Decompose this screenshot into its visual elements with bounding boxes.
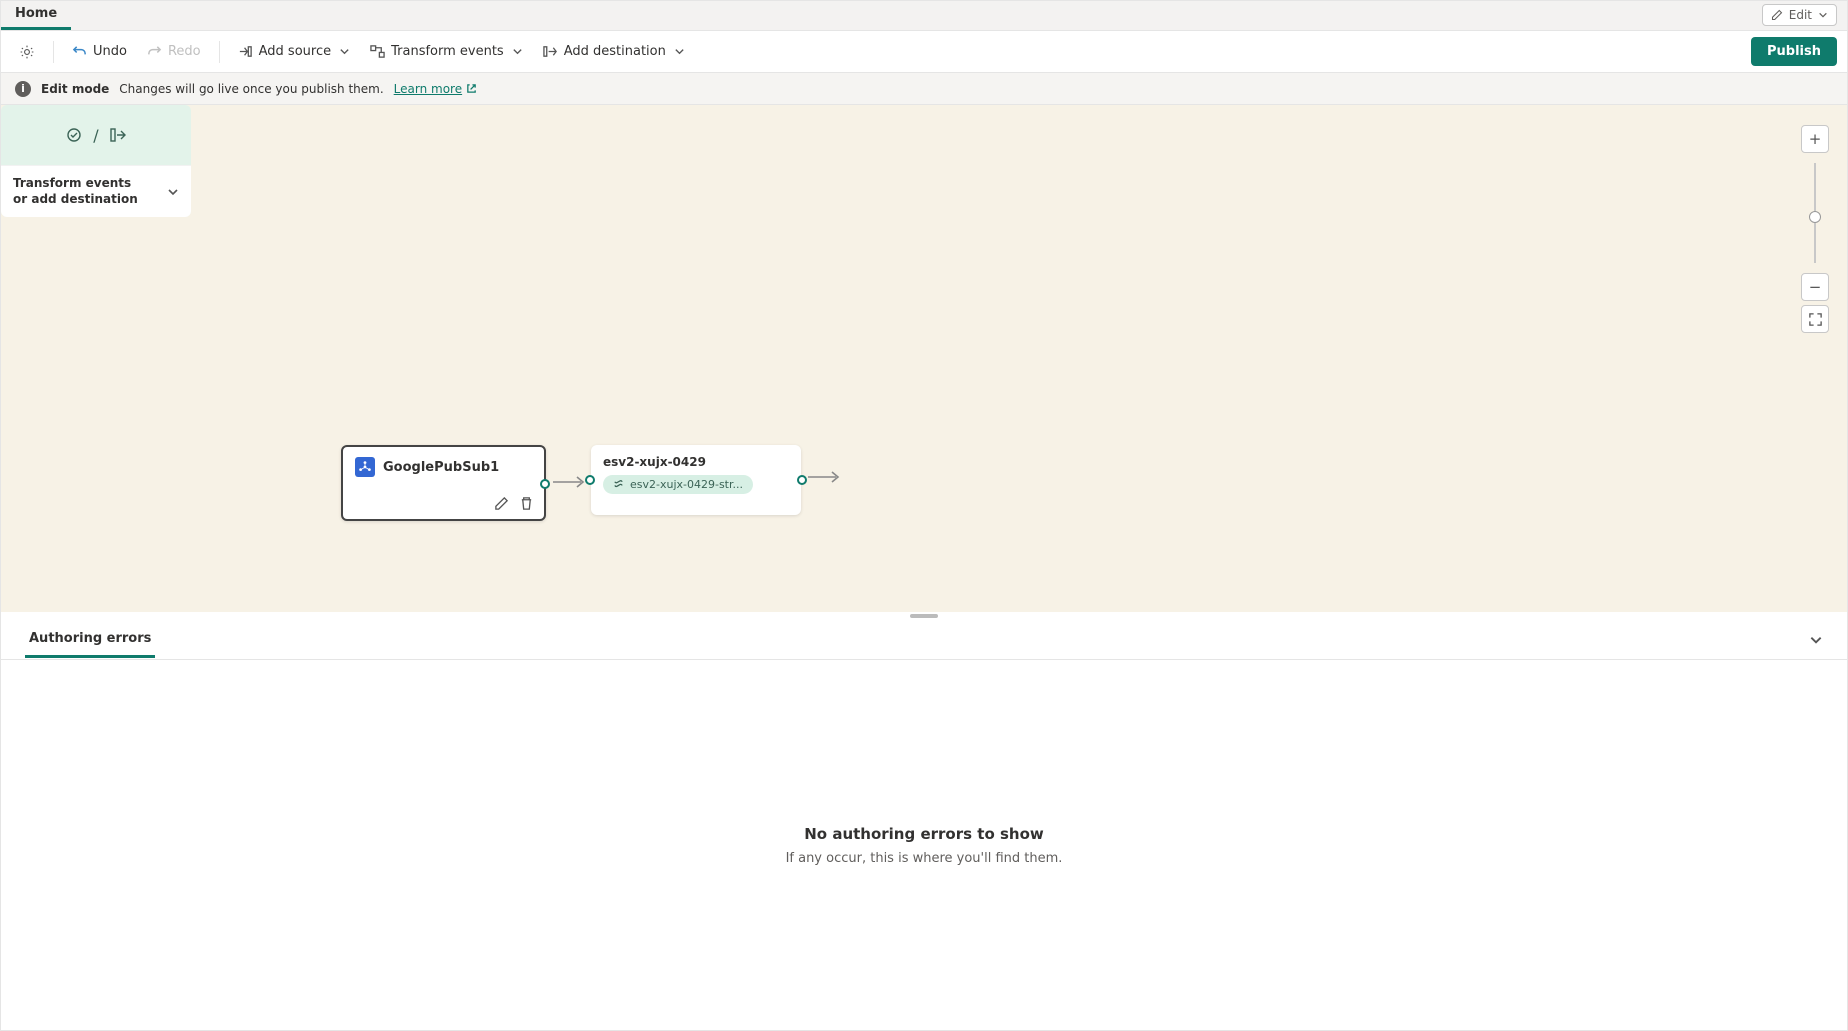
edit-mode-label: Edit (1789, 8, 1812, 22)
stream-icon (613, 479, 624, 490)
info-icon: i (15, 81, 31, 97)
tab-home[interactable]: Home (1, 1, 71, 30)
gear-icon (19, 44, 35, 60)
chevron-down-icon (512, 46, 523, 57)
undo-button[interactable]: Undo (64, 39, 135, 64)
source-node-title: GooglePubSub1 (383, 460, 499, 475)
empty-state-subtitle: If any occur, this is where you'll find … (786, 851, 1063, 866)
add-source-icon (238, 44, 253, 59)
undo-icon (72, 44, 87, 59)
google-pubsub-icon (355, 457, 375, 477)
info-message: Changes will go live once you publish th… (119, 82, 383, 96)
stream-chip[interactable]: esv2-xujx-0429-str... (603, 475, 753, 494)
zoom-slider[interactable] (1814, 163, 1816, 263)
delete-node-icon[interactable] (519, 496, 534, 511)
chevron-down-icon (674, 46, 685, 57)
transform-icon (370, 44, 385, 59)
zoom-controls: + − (1801, 125, 1829, 333)
add-destination-icon (543, 44, 558, 59)
chevron-down-icon (339, 46, 350, 57)
input-port[interactable] (585, 475, 595, 485)
transform-events-button[interactable]: Transform events (362, 39, 531, 64)
edit-mode-dropdown[interactable]: Edit (1762, 4, 1837, 26)
connector-arrow (806, 470, 844, 484)
zoom-in-button[interactable]: + (1801, 125, 1829, 153)
settings-button[interactable] (11, 39, 43, 65)
panel-resize-handle[interactable] (1, 612, 1847, 620)
slash-separator: / (93, 126, 98, 145)
chevron-down-icon (1818, 10, 1828, 20)
publish-button[interactable]: Publish (1751, 37, 1837, 66)
learn-more-link[interactable]: Learn more (394, 82, 477, 96)
source-node[interactable]: GooglePubSub1 (341, 445, 546, 521)
fit-to-screen-button[interactable] (1801, 305, 1829, 333)
tab-authoring-errors[interactable]: Authoring errors (25, 622, 155, 658)
zoom-out-button[interactable]: − (1801, 273, 1829, 301)
add-destination-button[interactable]: Add destination (535, 39, 693, 64)
edit-node-icon[interactable] (494, 496, 509, 511)
empty-state-title: No authoring errors to show (804, 825, 1044, 843)
external-link-icon (466, 83, 477, 94)
stream-node[interactable]: esv2-xujx-0429 esv2-xujx-0429-str... (591, 445, 801, 515)
collapse-panel-icon[interactable] (1809, 633, 1823, 647)
separator (219, 41, 220, 63)
info-bar: i Edit mode Changes will go live once yo… (1, 73, 1847, 105)
pipeline-canvas[interactable]: GooglePubSub1 esv2-xujx-0429 esv2-xujx-0… (1, 105, 1847, 612)
redo-icon (147, 44, 162, 59)
errors-panel-body: No authoring errors to show If any occur… (1, 660, 1847, 1030)
pencil-icon (1771, 9, 1783, 21)
destination-placeholder-node[interactable]: / Transform events or add destination (1, 105, 191, 217)
destination-prompt: Transform events or add destination (13, 176, 143, 207)
destination-icon (109, 126, 127, 144)
output-port[interactable] (540, 479, 550, 489)
connector-arrow (551, 475, 589, 489)
edit-mode-badge: Edit mode (41, 82, 109, 96)
stream-node-title: esv2-xujx-0429 (603, 455, 789, 469)
separator (53, 41, 54, 63)
zoom-thumb[interactable] (1809, 211, 1821, 223)
fit-icon (1808, 312, 1823, 327)
chevron-down-icon[interactable] (167, 186, 179, 198)
add-source-button[interactable]: Add source (230, 39, 358, 64)
redo-button: Redo (139, 39, 209, 64)
transform-icon (65, 126, 83, 144)
